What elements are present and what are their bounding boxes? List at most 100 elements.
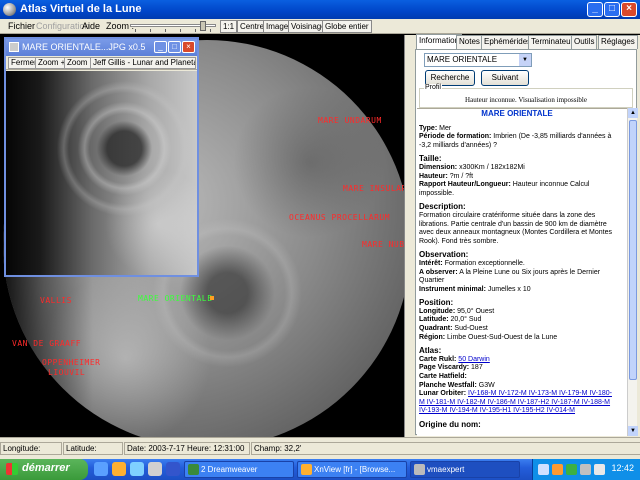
quicklaunch-icon[interactable] — [130, 462, 144, 476]
scrollbar-thumb[interactable] — [629, 120, 637, 380]
quadrant-value: Sud-Ouest — [454, 325, 488, 333]
formation-info-box[interactable]: MARE ORIENTALE Type: Mer Période de form… — [417, 108, 627, 436]
image-file-icon — [9, 42, 19, 52]
hauteur-value: ?m / ?ft — [449, 172, 474, 180]
globe-entier-button[interactable]: Globe entier — [322, 20, 372, 33]
task-label: 2 Dreamweaver — [201, 465, 258, 474]
speaker-icon[interactable] — [594, 464, 605, 475]
tab-terminateur[interactable]: Terminateur — [528, 35, 577, 49]
image-button[interactable]: Image — [263, 20, 292, 33]
zoom-1-1-button[interactable]: 1:1 — [220, 20, 238, 33]
map-label[interactable]: LIOUVIL — [48, 368, 85, 377]
map-label[interactable]: MARE NUBIUM — [362, 240, 404, 249]
viewer-minimize-button[interactable]: _ — [154, 41, 167, 53]
desktop: Atlas Virtuel de la Lune _ □ × Fichier C… — [0, 0, 640, 480]
image-credit: Jeff Gillis - Lunar and Planetary Insti — [90, 57, 196, 69]
type-value: Mer — [439, 124, 452, 132]
task-label: XnView [fr] - [Browse... — [314, 465, 396, 474]
viscardy-value: 187 — [471, 364, 483, 372]
atlas-heading: Atlas: — [419, 346, 442, 356]
map-label[interactable]: OCEANUS PROCELLARUM — [289, 213, 390, 222]
tray-icon[interactable] — [538, 464, 549, 475]
zoom-tick — [135, 29, 136, 32]
region-value: Limbe Ouest-Sud-Ouest de la Lune — [447, 333, 558, 341]
hauteur-label: Hauteur: — [419, 172, 448, 180]
profil-legend: Profil — [424, 84, 442, 91]
system-tray: 12:42 — [532, 459, 640, 480]
start-label: démarrer — [22, 462, 70, 474]
quicklaunch-icon[interactable] — [148, 462, 162, 476]
periode-label: Période de formation: — [419, 133, 492, 141]
task-vmaexpert[interactable]: vmaexpert — [410, 461, 520, 478]
map-label-selected[interactable]: MARE ORIENTALE — [138, 294, 212, 303]
image-viewer-window[interactable]: MARE ORIENTALE...JPG x0.5 _ □ × Fermer Z… — [4, 37, 199, 277]
description-text: Formation circulaire cratériforme située… — [419, 211, 612, 245]
quicklaunch-icon[interactable] — [166, 462, 180, 476]
image-viewer-toolbar: Fermer Zoom + Zoom - Jeff Gillis - Lunar… — [6, 56, 197, 70]
image-viewer-title-bar[interactable]: MARE ORIENTALE...JPG x0.5 _ □ × — [6, 39, 197, 56]
tray-icon[interactable] — [566, 464, 577, 475]
westfall-label: Planche Westfall: — [419, 381, 477, 389]
tab-notes[interactable]: Notes — [456, 35, 483, 49]
longitude-value: 95,0° Ouest — [457, 307, 495, 315]
tray-icon[interactable] — [552, 464, 563, 475]
viscardy-label: Page Viscardy: — [419, 364, 470, 372]
selected-marker — [210, 296, 214, 300]
viewer-maximize-button[interactable]: □ — [168, 41, 181, 53]
mare-orientale-photo — [6, 71, 197, 275]
quadrant-label: Quadrant: — [419, 325, 453, 333]
task-xnview[interactable]: XnView [fr] - [Browse... — [297, 461, 407, 478]
close-button[interactable]: × — [621, 2, 637, 17]
moon-app-icon — [3, 3, 16, 16]
zoom-tick — [180, 29, 181, 32]
map-label[interactable]: OPPENHEIMER — [42, 358, 100, 367]
task-dreamweaver[interactable]: 2 Dreamweaver — [184, 461, 294, 478]
tab-ephemerides[interactable]: Ephémérides — [481, 35, 535, 49]
tab-reglages[interactable]: Réglages — [598, 35, 638, 49]
profil-message: Hauteur inconnue. Visualisation impossib… — [465, 96, 587, 104]
info-panel: Information Notes Ephémérides Terminateu… — [404, 34, 640, 437]
minimize-button[interactable]: _ — [587, 2, 603, 17]
scroll-up-icon[interactable]: ▲ — [628, 108, 638, 118]
chevron-down-icon[interactable]: ▼ — [519, 54, 531, 66]
scroll-down-icon[interactable]: ▼ — [628, 426, 638, 436]
formation-select-value: MARE ORIENTALE — [427, 55, 498, 64]
tab-outils[interactable]: Outils — [571, 35, 598, 49]
menu-aide[interactable]: Aide — [82, 21, 100, 31]
rukl-link[interactable]: 50 Darwin — [458, 356, 490, 363]
clock[interactable]: 12:42 — [611, 463, 634, 473]
maximize-button[interactable]: □ — [604, 2, 620, 17]
map-label[interactable]: MARE UNDARUM — [318, 116, 382, 125]
zoom-tick — [165, 29, 166, 32]
menu-toolbar: Fichier Configuration Aide Zoom : 1:1 Ce… — [0, 19, 640, 34]
rapport-label: Rapport Hauteur/Longueur: — [419, 181, 511, 189]
zoom-slider-thumb[interactable] — [200, 21, 206, 31]
description-heading: Description: — [419, 202, 466, 212]
westfall-value: G3W — [478, 381, 495, 389]
start-button[interactable]: démarrer — [0, 459, 88, 480]
map-label[interactable]: VAN DE GRAAFF — [12, 339, 81, 348]
vmaexpert-icon — [414, 464, 425, 475]
dimension-value: x300Km / 182x182Mi — [459, 163, 525, 171]
tray-icon[interactable] — [580, 464, 591, 475]
quicklaunch-icon[interactable] — [112, 462, 126, 476]
menu-fichier[interactable]: Fichier — [8, 21, 35, 31]
map-label[interactable]: VALLIS — [40, 296, 72, 305]
info-scrollbar[interactable]: ▲ ▼ — [627, 108, 638, 436]
quicklaunch-icon[interactable] — [94, 462, 108, 476]
viewer-close-button[interactable]: × — [182, 41, 195, 53]
status-latitude: Latitude: — [63, 442, 123, 455]
longitude-label: Longitude: — [419, 307, 456, 315]
latitude-value: 20,0° Sud — [450, 316, 482, 324]
xnview-icon — [301, 464, 312, 475]
hatfield-label: Carte Hatfield: — [419, 373, 467, 381]
formation-select[interactable]: MARE ORIENTALE ▼ — [424, 53, 532, 67]
type-label: Type: — [419, 124, 438, 132]
position-heading: Position: — [419, 298, 454, 308]
suivant-button[interactable]: Suivant — [481, 70, 529, 86]
rukl-label: Carte Rukl: — [419, 355, 457, 363]
windows-flag-icon — [6, 463, 18, 475]
map-label[interactable]: MARE INSULARUM — [343, 184, 404, 193]
app-title-bar[interactable]: Atlas Virtuel de la Lune _ □ × — [0, 0, 640, 19]
status-date: Date: 2003-7-17 Heure: 12:31:00 — [124, 442, 250, 455]
